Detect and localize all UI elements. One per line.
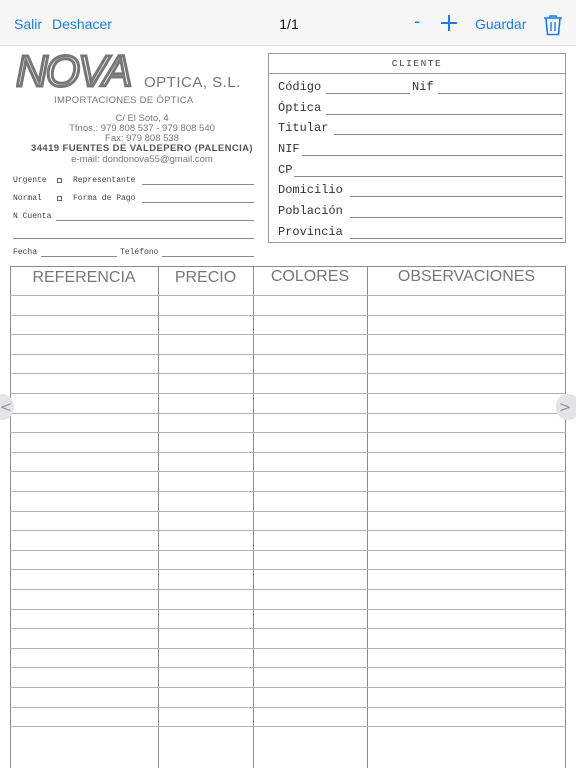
column-header-price: PRECIO bbox=[174, 269, 237, 286]
table-row[interactable] bbox=[10, 550, 566, 551]
date-field[interactable] bbox=[41, 256, 117, 257]
logo-text: NOVA bbox=[16, 52, 130, 92]
client-nif-label: NIF bbox=[278, 142, 300, 156]
column-header-reference: REFERENCIA bbox=[32, 269, 136, 286]
client-nif-inline-label: Nif bbox=[412, 80, 434, 94]
client-title-divider bbox=[268, 73, 566, 74]
nova-logo: NOVA bbox=[16, 52, 134, 92]
urgent-checkbox[interactable] bbox=[57, 178, 62, 183]
client-address-field[interactable] bbox=[350, 196, 563, 197]
normal-checkbox[interactable] bbox=[57, 196, 62, 201]
order-table[interactable] bbox=[10, 266, 566, 768]
table-row[interactable] bbox=[10, 452, 566, 453]
client-cp-label: CP bbox=[278, 163, 293, 177]
account-field-line2[interactable] bbox=[13, 238, 254, 239]
table-row[interactable] bbox=[10, 393, 566, 394]
company-name: OPTICA, S.L. bbox=[144, 74, 241, 91]
table-row[interactable] bbox=[10, 530, 566, 531]
phone-field[interactable] bbox=[162, 256, 254, 257]
table-row[interactable] bbox=[10, 726, 566, 727]
phone-label: Teléfono bbox=[120, 248, 159, 257]
payment-label: Forma de Pago bbox=[73, 194, 136, 203]
client-code-field[interactable] bbox=[326, 93, 410, 94]
client-province-field[interactable] bbox=[350, 238, 563, 239]
representative-label: Representante bbox=[73, 176, 136, 185]
client-nif-field[interactable] bbox=[302, 155, 563, 156]
undo-button[interactable]: Deshacer bbox=[52, 16, 112, 32]
client-optica-label: Óptica bbox=[278, 101, 322, 115]
company-email: e-mail: dondonova55@gmail.com bbox=[71, 154, 213, 165]
table-row[interactable] bbox=[10, 589, 566, 590]
account-field[interactable] bbox=[56, 220, 254, 221]
table-row[interactable] bbox=[10, 569, 566, 570]
normal-label: Normal bbox=[13, 194, 42, 203]
table-row[interactable] bbox=[10, 491, 566, 492]
client-optica-field[interactable] bbox=[326, 114, 563, 115]
client-province-label: Provincia bbox=[278, 225, 343, 239]
zoom-out-button[interactable]: - bbox=[414, 11, 420, 32]
table-row[interactable] bbox=[10, 432, 566, 433]
column-divider bbox=[158, 266, 159, 768]
save-button[interactable]: Guardar bbox=[475, 16, 526, 32]
trash-icon[interactable] bbox=[543, 14, 563, 36]
table-row[interactable] bbox=[10, 315, 566, 316]
column-divider bbox=[253, 266, 254, 768]
table-row[interactable] bbox=[10, 667, 566, 668]
client-town-field[interactable] bbox=[350, 217, 563, 218]
company-subtitle: IMPORTACIONES DE ÓPTICA bbox=[54, 95, 194, 106]
client-code-label: Código bbox=[278, 80, 322, 94]
column-header-colors: COLORES bbox=[270, 268, 350, 285]
table-row[interactable] bbox=[10, 373, 566, 374]
table-row[interactable] bbox=[10, 648, 566, 649]
client-town-label: Población bbox=[278, 204, 343, 218]
plus-icon[interactable] bbox=[440, 14, 458, 32]
client-address-label: Domicilio bbox=[278, 183, 343, 197]
page-indicator: 1/1 bbox=[279, 16, 299, 32]
table-row[interactable] bbox=[10, 295, 566, 296]
table-row[interactable] bbox=[10, 609, 566, 610]
table-row[interactable] bbox=[10, 511, 566, 512]
client-cp-field[interactable] bbox=[294, 176, 563, 177]
column-header-observations: OBSERVACIONES bbox=[397, 268, 536, 285]
company-city: 34419 FUENTES DE VALDEPERO (PALENCIA) bbox=[31, 143, 253, 154]
representative-field[interactable] bbox=[142, 184, 254, 185]
column-divider bbox=[367, 266, 368, 768]
chevron-right-icon[interactable]: > bbox=[556, 394, 576, 420]
date-label: Fecha bbox=[13, 248, 38, 257]
top-toolbar: Salir Deshacer 1/1 - Guardar bbox=[0, 0, 576, 46]
exit-button[interactable]: Salir bbox=[14, 16, 42, 32]
table-row[interactable] bbox=[10, 628, 566, 629]
client-holder-label: Titular bbox=[278, 121, 329, 135]
urgent-label: Urgente bbox=[13, 176, 47, 185]
table-row[interactable] bbox=[10, 413, 566, 414]
client-nif-inline-field[interactable] bbox=[438, 93, 563, 94]
payment-field[interactable] bbox=[142, 202, 254, 203]
client-title: CLIENTE bbox=[391, 58, 443, 69]
table-row[interactable] bbox=[10, 334, 566, 335]
client-holder-field[interactable] bbox=[334, 134, 563, 135]
table-row[interactable] bbox=[10, 687, 566, 688]
table-row[interactable] bbox=[10, 354, 566, 355]
table-row[interactable] bbox=[10, 471, 566, 472]
table-row[interactable] bbox=[10, 707, 566, 708]
account-label: N Cuenta bbox=[13, 212, 52, 221]
